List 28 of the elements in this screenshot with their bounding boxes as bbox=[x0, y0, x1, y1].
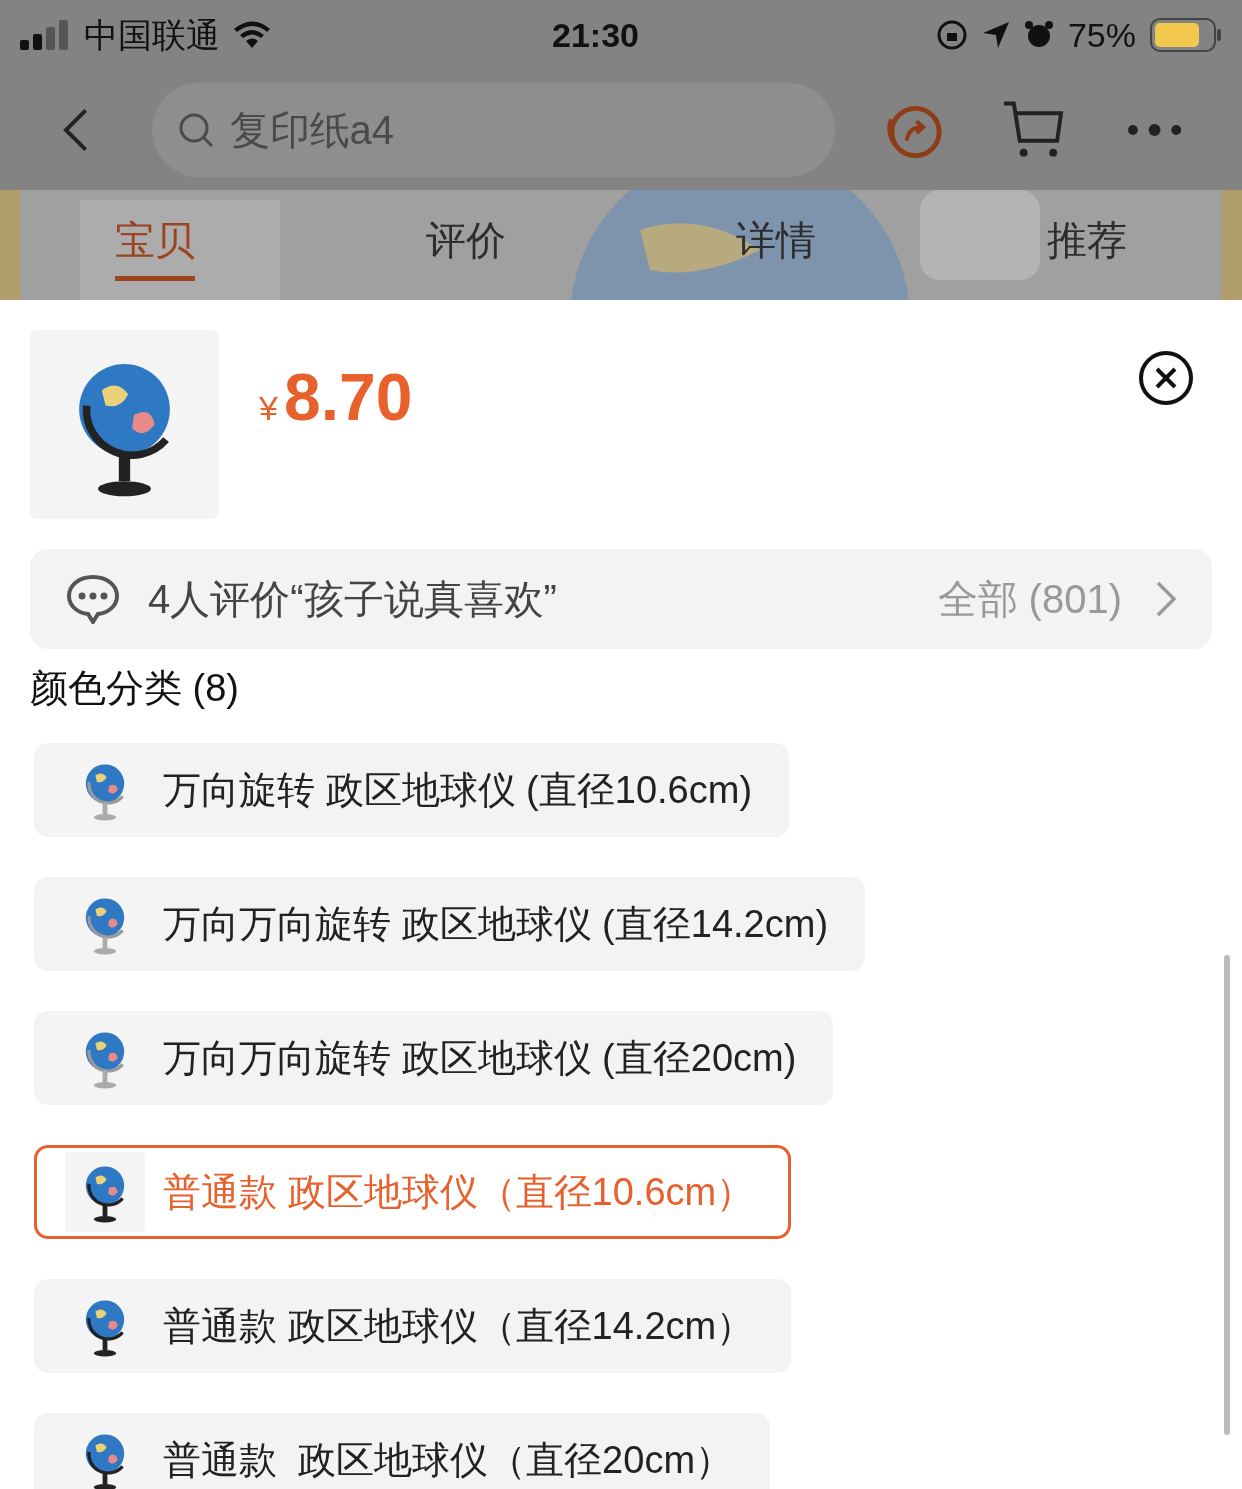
battery-icon bbox=[1150, 17, 1222, 53]
more-icon[interactable] bbox=[1126, 122, 1182, 138]
tab[interactable]: 推荐 bbox=[931, 190, 1242, 300]
location-icon bbox=[981, 21, 1010, 49]
option-chip[interactable]: 万向万向旋转 政区地球仪 (直径20cm) bbox=[34, 1011, 834, 1105]
price: 8.70 bbox=[283, 359, 413, 436]
option-chip[interactable]: 普通款 政区地球仪（直径20cm） bbox=[34, 1413, 771, 1489]
close-icon[interactable] bbox=[1138, 350, 1194, 406]
option-chip[interactable]: 万向万向旋转 政区地球仪 (直径14.2cm) bbox=[34, 877, 866, 971]
chat-bubble-icon bbox=[66, 574, 120, 624]
currency-symbol: ¥ bbox=[259, 388, 278, 429]
tab[interactable]: 评价 bbox=[310, 190, 621, 300]
clock-time: 21:30 bbox=[552, 14, 639, 56]
review-bar[interactable]: 4人评价“孩子说真喜欢” 全部 (801) bbox=[30, 549, 1212, 649]
review-summary: 4人评价“孩子说真喜欢” bbox=[148, 576, 557, 623]
review-count: 全部 (801) bbox=[937, 576, 1122, 623]
wifi-icon bbox=[232, 20, 272, 50]
carrier-name: 中国联通 bbox=[84, 14, 220, 56]
chevron-right-icon bbox=[1156, 581, 1176, 617]
search-field[interactable]: 复印纸a4 bbox=[151, 83, 835, 177]
section-heading: 颜色分类 (8) bbox=[30, 666, 240, 711]
battery-percent: 75% bbox=[1067, 14, 1136, 56]
search-icon bbox=[177, 112, 214, 148]
alarm-icon bbox=[1023, 20, 1054, 50]
tab[interactable]: 详情 bbox=[621, 190, 932, 300]
option-chip[interactable]: 普通款 政区地球仪（直径14.2cm） bbox=[34, 1279, 792, 1373]
option-chip[interactable]: 万向旋转 政区地球仪 (直径10.6cm) bbox=[34, 743, 790, 837]
rotation-lock-icon bbox=[935, 19, 968, 51]
